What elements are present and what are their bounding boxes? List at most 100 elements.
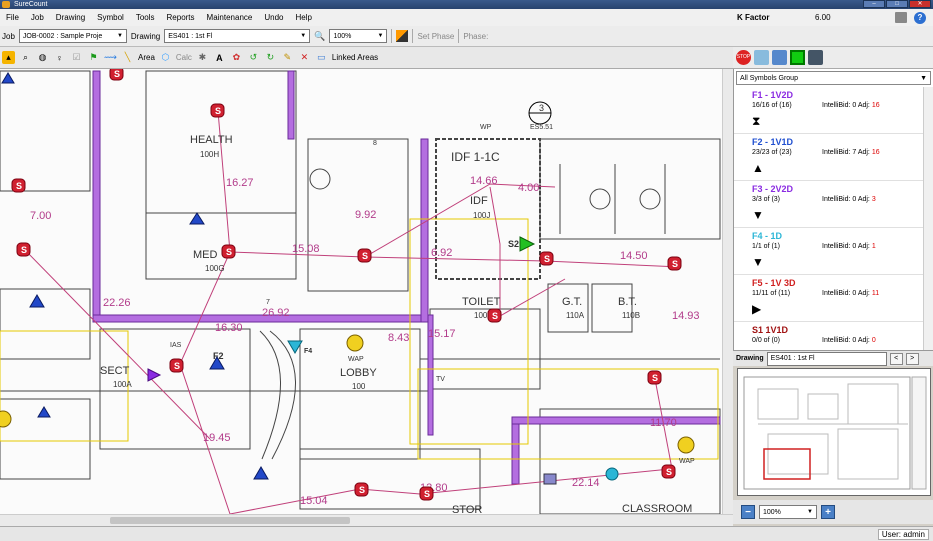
symbol-item[interactable]: F1 - 1V2D 16/16 of (16) IntelliBid: 0 Adj:… <box>734 87 932 134</box>
menu-drawing[interactable]: Drawing <box>50 13 91 22</box>
menu-job[interactable]: Job <box>25 13 50 22</box>
menu-undo[interactable]: Undo <box>258 13 289 22</box>
symbol-item[interactable]: S1 1V1D0/0 of (0)IntelliBid: 0 Adj: 0■ <box>734 322 932 350</box>
refresh-icon[interactable] <box>754 50 769 65</box>
text-icon[interactable]: A <box>213 51 226 64</box>
zoom-select-value: 100% <box>333 32 352 40</box>
drawing-canvas[interactable]: HEALTH 100H MED 100G IDF 1-1C IDF 100J T… <box>0 69 722 514</box>
rotate-left-icon[interactable]: ↺ <box>247 51 260 64</box>
preview-drawing-select[interactable]: ES401 : 1st Fl <box>766 351 887 366</box>
green-square-icon[interactable] <box>790 50 805 65</box>
floor-plan: HEALTH 100H MED 100G IDF 1-1C IDF 100J T… <box>0 69 721 514</box>
intellibid-value: IntelliBid: 0 <box>822 290 857 297</box>
symbol-item[interactable]: F2 - 1V1D 23/23 of (23) IntelliBid: 7 Adj:… <box>734 134 932 181</box>
preview-zoom-value: 100% <box>763 508 781 516</box>
symbol-item[interactable]: F3 - 2V2D 3/3 of (3) IntelliBid: 0 Adj: 3 ▼ <box>734 181 932 228</box>
polygon-icon[interactable]: ⬡ <box>159 51 172 64</box>
canvas-horizontal-scrollbar[interactable] <box>0 514 733 526</box>
room-med: MED <box>193 249 218 261</box>
measure-label: 14.66 <box>470 175 498 187</box>
svg-text:S: S <box>544 254 550 264</box>
svg-text:S: S <box>666 467 672 477</box>
globe-icon[interactable]: ◍ <box>36 51 49 64</box>
zoom-search-icon[interactable]: 🔍 <box>314 31 325 42</box>
room-health-number: 100H <box>200 150 219 159</box>
zoom-out-button[interactable]: − <box>741 505 755 519</box>
linked-areas-icon[interactable]: ▭ <box>315 51 328 64</box>
menu-file[interactable]: File <box>0 13 25 22</box>
tag-label: IAS <box>170 342 182 349</box>
linked-areas-button[interactable]: Linked Areas <box>332 53 378 62</box>
settings-icon[interactable]: ✱ <box>196 51 209 64</box>
drawing-select[interactable]: ES401 : 1st Fl ▼ <box>164 29 311 43</box>
svg-text:S: S <box>359 485 365 495</box>
symbol-item[interactable]: F4 - 1D 1/1 of (1) IntelliBid: 0 Adj: 1 ▼ <box>734 228 932 275</box>
chevron-down-icon: ▼ <box>807 509 813 515</box>
camera-icon[interactable] <box>808 50 823 65</box>
title-bar: SureCount – □ ✕ <box>0 0 933 9</box>
line-icon[interactable]: ⟿ <box>104 51 117 64</box>
chevron-down-icon: ▼ <box>116 33 123 39</box>
area-button[interactable]: Area <box>138 53 155 62</box>
menu-symbol[interactable]: Symbol <box>91 13 130 22</box>
color-picker-icon[interactable] <box>396 30 409 42</box>
symbol-name: F1 - 1V2D <box>752 90 794 100</box>
adj-label: Adj: <box>857 196 870 203</box>
zoom-select[interactable]: 100% ▼ <box>329 29 388 43</box>
next-drawing-button[interactable]: > <box>905 352 919 365</box>
drawing-tools-toolbar: ▴ ⌕ ◍ ♀ ☑ ⚑ ⟿ ╲ Area ⬡ Calc ✱ A ✿ ↺ ↻ ✎ … <box>0 47 733 69</box>
calc-button[interactable]: Calc <box>176 53 192 62</box>
menu-reports[interactable]: Reports <box>161 13 201 22</box>
paint-icon[interactable]: ✿ <box>230 51 243 64</box>
maximize-icon[interactable]: □ <box>886 0 908 8</box>
preview-zoom-select[interactable]: 100% ▼ <box>759 505 817 519</box>
measure-label: 15.17 <box>428 328 456 340</box>
rotate-right-icon[interactable]: ↻ <box>264 51 277 64</box>
room-gt: G.T. <box>562 296 582 308</box>
tag-label: WAP <box>348 356 364 363</box>
pointer-icon[interactable]: ▴ <box>2 51 15 64</box>
calculator-icon[interactable] <box>895 12 907 23</box>
adj-label: Adj: <box>857 149 870 156</box>
symbol-group-value: All Symbols Group <box>740 74 798 82</box>
menu-maintenance[interactable]: Maintenance <box>201 13 259 22</box>
symbol-count: 16/16 of (16) <box>752 102 792 109</box>
minimize-icon[interactable]: – <box>863 0 885 8</box>
flag-icon[interactable]: ⚑ <box>87 51 100 64</box>
chevron-down-icon: ▼ <box>920 74 927 82</box>
measure-label: 22.26 <box>103 297 131 309</box>
measure-label: 22.14 <box>572 477 600 489</box>
zoom-in-button[interactable]: + <box>821 505 835 519</box>
pencil-icon[interactable]: ✎ <box>281 51 294 64</box>
drawing-thumbnail[interactable] <box>737 368 931 496</box>
pin-icon[interactable]: ♀ <box>53 51 66 64</box>
measure-label: 8.43 <box>388 332 409 344</box>
menu-help[interactable]: Help <box>289 13 317 22</box>
symbol-item[interactable]: F5 - 1V 3D 11/11 of (11) IntelliBid: 0 Adj… <box>734 275 932 322</box>
job-select[interactable]: JOB-0002 : Sample Proje ▼ <box>18 29 127 43</box>
help-icon[interactable]: ? <box>914 12 926 24</box>
delete-icon[interactable]: ✕ <box>298 51 311 64</box>
checkbox-icon[interactable]: ☑ <box>70 51 83 64</box>
triangle-icon: ▲ <box>752 161 764 175</box>
intellibid-value: IntelliBid: 0 <box>822 337 857 344</box>
zoom-icon[interactable]: ⌕ <box>19 51 32 64</box>
hourglass-icon: ⧗ <box>752 114 761 128</box>
canvas-vertical-scrollbar[interactable] <box>722 69 733 514</box>
scroll-thumb[interactable] <box>110 517 350 524</box>
grid-icon[interactable] <box>772 50 787 65</box>
measure-label: 16.27 <box>226 177 254 189</box>
svg-text:S: S <box>174 361 180 371</box>
symbol-list-scrollbar[interactable] <box>923 87 933 350</box>
symbol-group-select[interactable]: All Symbols Group ▼ <box>736 71 931 85</box>
kfactor-value[interactable]: 6.00 <box>815 9 831 26</box>
measure-label: 15.08 <box>292 243 320 255</box>
stop-icon[interactable]: STOP <box>736 50 751 65</box>
wap-icon <box>0 410 12 428</box>
set-phase-button[interactable]: Set Phase <box>417 32 454 41</box>
prev-drawing-button[interactable]: < <box>889 352 903 365</box>
measure-icon[interactable]: ╲ <box>121 51 134 64</box>
wap-icon <box>346 334 364 352</box>
menu-tools[interactable]: Tools <box>130 13 161 22</box>
close-icon[interactable]: ✕ <box>909 0 931 8</box>
